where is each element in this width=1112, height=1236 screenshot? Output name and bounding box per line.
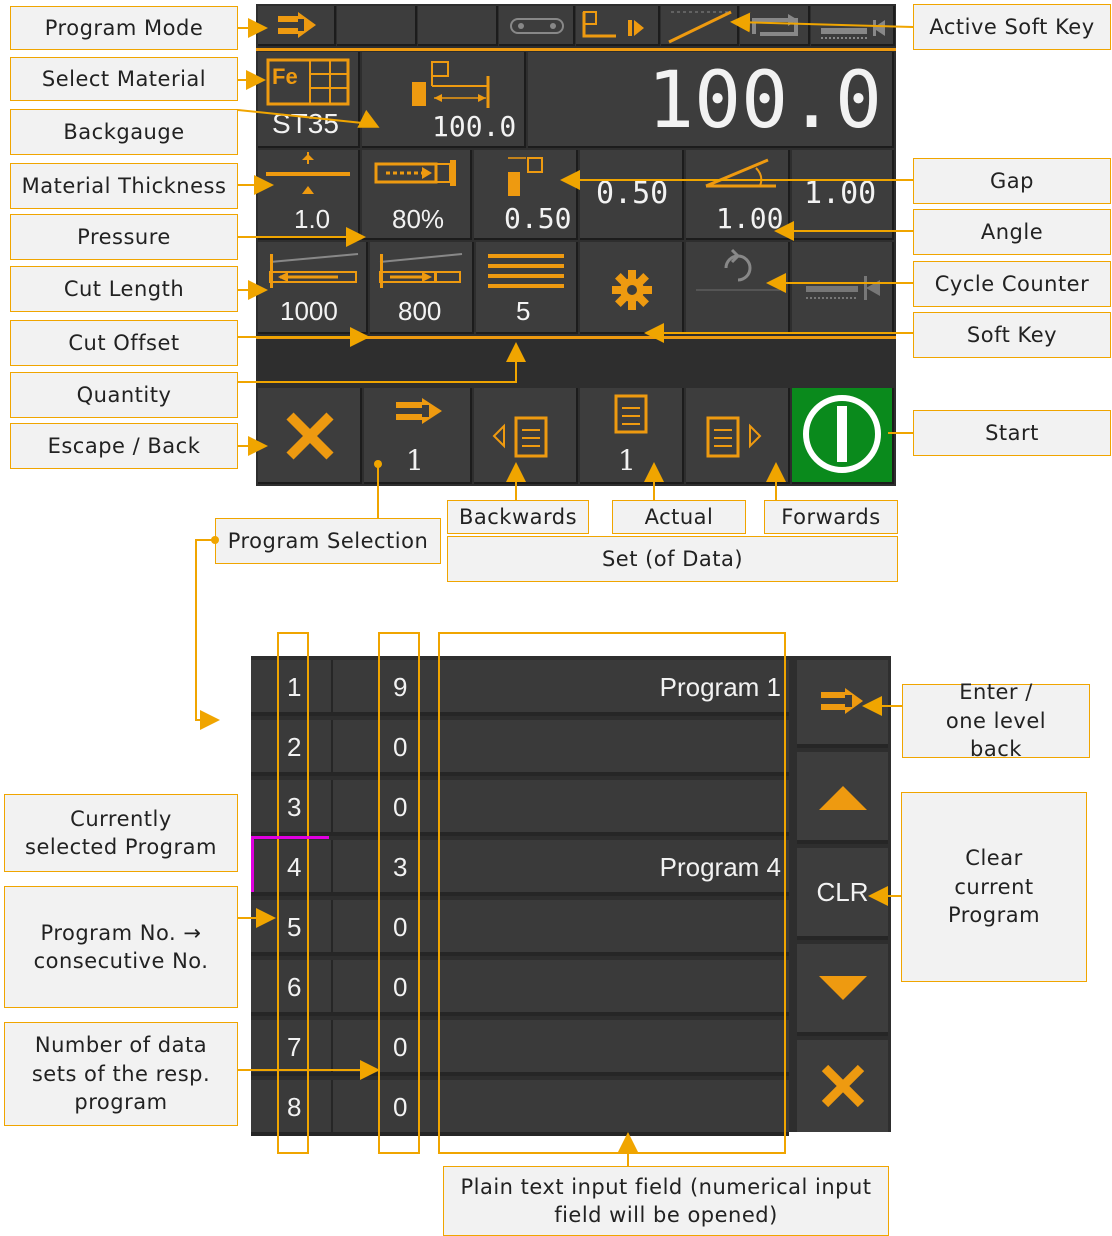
leader-lines	[195, 12, 914, 1166]
